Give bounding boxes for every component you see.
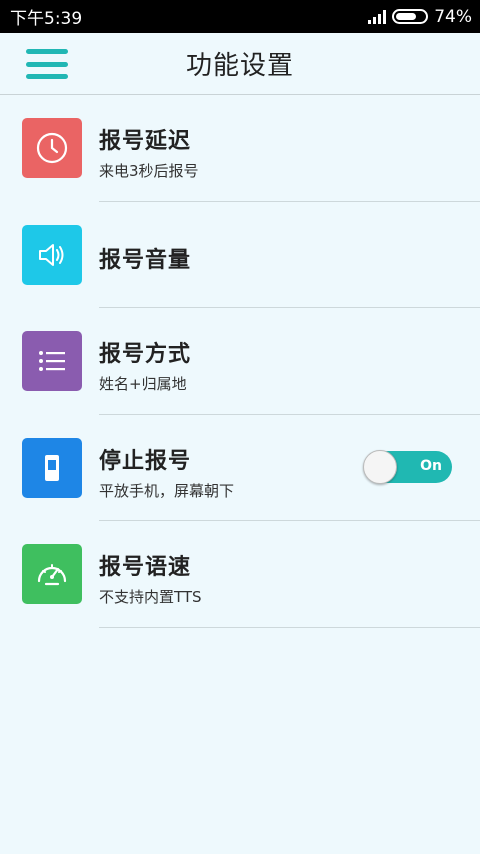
setting-item-volume[interactable]: 报号音量	[0, 202, 480, 308]
setting-subtitle: 平放手机，屏幕朝下	[99, 481, 235, 500]
phone-icon	[22, 437, 82, 498]
battery-level: 74%	[434, 6, 472, 27]
setting-subtitle: 姓名+归属地	[99, 375, 187, 393]
setting-item-speed[interactable]: 报号语速 不支持内置TTS	[0, 521, 480, 628]
list-icon	[22, 331, 82, 391]
setting-item-mode[interactable]: 报号方式 姓名+归属地	[0, 308, 480, 415]
setting-title: 停止报号	[99, 448, 192, 474]
page-title: 功能设置	[185, 51, 294, 81]
status-indicators: 74%	[368, 7, 472, 27]
setting-title: 报号方式	[99, 342, 192, 367]
setting-subtitle: 不支持内置TTS	[99, 588, 202, 606]
speaker-icon	[22, 224, 82, 285]
setting-title: 报号语速	[99, 555, 192, 580]
menu-icon[interactable]	[26, 49, 68, 79]
speedometer-icon	[22, 544, 82, 604]
setting-subtitle: 来电3秒后报号	[99, 162, 199, 180]
status-bar: 下午5:39 74%	[0, 0, 480, 33]
clock-icon	[22, 118, 82, 178]
header: 功能设置	[0, 33, 480, 95]
signal-icon	[368, 9, 387, 24]
setting-title: 报号延迟	[99, 129, 192, 154]
setting-item-stop[interactable]: 停止报号 平放手机，屏幕朝下 On	[0, 415, 480, 521]
status-time: 下午5:39	[10, 9, 83, 29]
battery-icon	[392, 9, 429, 24]
divider	[99, 626, 480, 628]
toggle-label: On	[420, 457, 442, 474]
stop-toggle[interactable]: On	[363, 449, 452, 484]
setting-item-delay[interactable]: 报号延迟 来电3秒后报号	[0, 95, 480, 202]
toggle-knob	[363, 449, 397, 484]
setting-title: 报号音量	[99, 247, 192, 273]
